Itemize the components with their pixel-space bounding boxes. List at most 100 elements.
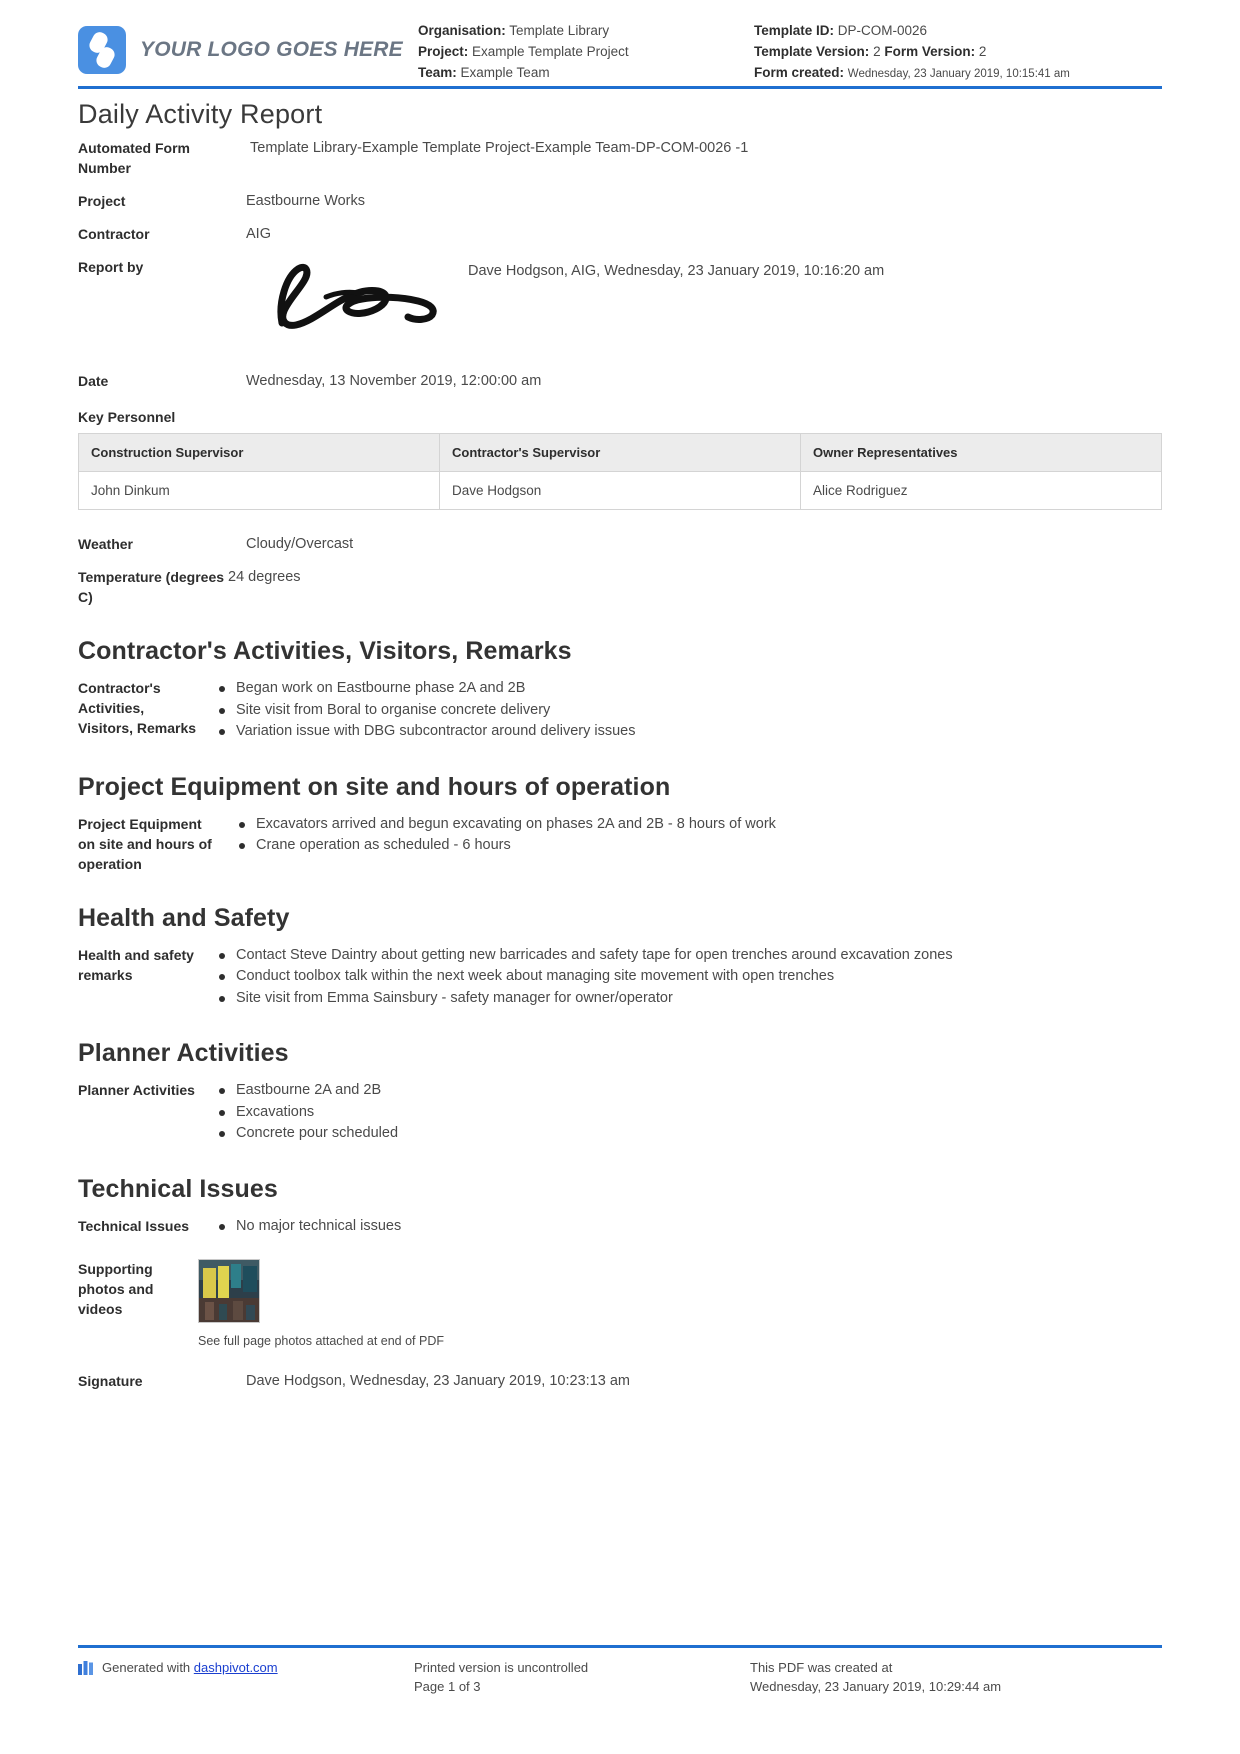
photo-caption: See full page photos attached at end of … (198, 1334, 445, 1348)
section-title-contractors-activities: Contractor's Activities, Visitors, Remar… (78, 637, 572, 665)
template-id-value: DP-COM-0026 (837, 23, 928, 38)
field-value: Began work on Eastbourne phase 2A and 2B… (198, 678, 1162, 743)
field-label: Temperature (degrees C) (78, 569, 225, 605)
list-item: Conduct toolbox talk within the next wee… (219, 966, 1162, 987)
cell-construction-supervisor: John Dinkum (78, 471, 440, 510)
bullet-list: Excavators arrived and begun excavating … (218, 814, 1162, 856)
section-title-planner-activities: Planner Activities (78, 1039, 289, 1067)
field-value: Dave Hodgson, Wednesday, 23 January 2019… (246, 1373, 630, 1389)
document-footer: Generated with dashpivot.com Printed ver… (78, 1645, 1162, 1696)
field-value: Template Library-Example Template Projec… (250, 140, 749, 156)
section-technical-issues: Technical Issues No major technical issu… (78, 1216, 1162, 1238)
section-health-and-safety: Health and safety remarks Contact Steve … (78, 945, 1162, 1010)
form-created-row: Form created: Wednesday, 23 January 2019… (754, 62, 1162, 83)
organisation-value: Template Library (509, 23, 610, 38)
page-title: Daily Activity Report (78, 99, 323, 129)
footer-print-notice: Printed version is uncontrolled Page 1 o… (414, 1658, 750, 1696)
template-version-label: Template Version: (754, 44, 870, 59)
field-value: No major technical issues (198, 1216, 1162, 1238)
section-title-project-equipment: Project Equipment on site and hours of o… (78, 772, 671, 801)
field-contractor: Contractor AIG (78, 224, 1162, 244)
list-item: Excavators arrived and begun excavating … (239, 814, 1162, 835)
bullet-list: No major technical issues (198, 1216, 1162, 1237)
company-logo-icon (78, 26, 126, 74)
team-value: Example Team (460, 65, 550, 80)
list-item: Contact Steve Daintry about getting new … (219, 945, 1162, 966)
field-label: Health and safety remarks (78, 946, 194, 983)
field-label: Technical Issues (78, 1217, 190, 1234)
table-header-row: Construction Supervisor Contractor's Sup… (78, 433, 1162, 472)
field-label: Weather (78, 536, 133, 552)
team-row: Team: Example Team (418, 62, 754, 83)
field-value: Contact Steve Daintry about getting new … (198, 945, 1162, 1010)
field-date: Date Wednesday, 13 November 2019, 12:00:… (78, 371, 1162, 391)
footer-content: Generated with dashpivot.com Printed ver… (78, 1648, 1162, 1696)
list-item: Site visit from Boral to organise concre… (219, 700, 1162, 721)
field-label: Supporting photos and videos (78, 1261, 154, 1317)
bullet-list: Began work on Eastbourne phase 2A and 2B… (198, 678, 1162, 742)
field-label: Date (78, 373, 109, 389)
cell-owner-representatives: Alice Rodriguez (800, 471, 1162, 510)
template-id-row: Template ID: DP-COM-0026 (754, 20, 1162, 41)
list-item: Eastbourne 2A and 2B (219, 1080, 1162, 1101)
field-temperature: Temperature (degrees C) 24 degrees (78, 567, 1162, 607)
field-weather: Weather Cloudy/Overcast (78, 534, 1162, 554)
list-item: Concrete pour scheduled (219, 1123, 1162, 1144)
form-created-label: Form created: (754, 65, 845, 80)
template-version-value: 2 (873, 44, 881, 59)
handwritten-signature-icon (277, 263, 437, 329)
section-project-equipment: Project Equipment on site and hours of o… (78, 814, 1162, 874)
footer-generated-with: Generated with dashpivot.com (78, 1658, 414, 1677)
field-value: Cloudy/Overcast (246, 536, 354, 552)
logo-block: YOUR LOGO GOES HERE (78, 20, 418, 74)
footer-uncontrolled-text: Printed version is uncontrolled (414, 1660, 589, 1675)
field-label: Planner Activities (78, 1082, 195, 1098)
list-item: Began work on Eastbourne phase 2A and 2B (219, 678, 1162, 699)
key-personnel-table: Construction Supervisor Contractor's Sup… (78, 433, 1162, 510)
section-title-technical-issues: Technical Issues (78, 1174, 278, 1203)
list-item: Crane operation as scheduled - 6 hours (239, 835, 1162, 856)
template-id-label: Template ID: (754, 23, 835, 38)
footer-created-label: This PDF was created at (750, 1660, 893, 1675)
organisation-label: Organisation: (418, 23, 506, 38)
form-version-value: 2 (978, 44, 987, 59)
column-header-owner-representatives: Owner Representatives (800, 433, 1162, 472)
cell-contractors-supervisor: Dave Hodgson (439, 471, 801, 510)
footer-page-number: Page 1 of 3 (414, 1679, 481, 1694)
header-meta-left: Organisation: Template Library Project: … (418, 20, 754, 83)
dashpivot-link[interactable]: dashpivot.com (194, 1660, 278, 1675)
bullet-list: Eastbourne 2A and 2B Excavations Concret… (198, 1080, 1162, 1144)
report-by-value: Dave Hodgson, AIG, Wednesday, 23 January… (468, 263, 885, 279)
field-label: Signature (78, 1373, 143, 1389)
field-value: Excavators arrived and begun excavating … (218, 814, 1162, 857)
footer-generated-prefix: Generated with (102, 1660, 191, 1675)
logo-text: YOUR LOGO GOES HERE (140, 38, 403, 61)
key-personnel-heading: Key Personnel (78, 409, 176, 425)
field-project: Project Eastbourne Works (78, 191, 1162, 211)
column-header-contractors-supervisor: Contractor's Supervisor (439, 433, 801, 472)
header-meta-right: Template ID: DP-COM-0026 Template Versio… (754, 20, 1162, 83)
field-value: 24 degrees (228, 569, 301, 585)
field-automated-form-number: Automated Form Number Template Library-E… (78, 138, 1162, 178)
photo-thumbnail[interactable] (198, 1259, 260, 1323)
field-value: Wednesday, 13 November 2019, 12:00:00 am (246, 373, 542, 389)
field-report-by: Report by Dave Hodgson, AIG, Wednesday, … (78, 257, 1162, 329)
list-item: Site visit from Emma Sainsbury - safety … (219, 988, 1162, 1009)
field-signature: Signature Dave Hodgson, Wednesday, 23 Ja… (78, 1371, 1162, 1391)
field-label: Contractor's Activities, Visitors, Remar… (78, 680, 197, 736)
field-label: Project (78, 193, 126, 209)
field-value: Eastbourne 2A and 2B Excavations Concret… (198, 1080, 1162, 1145)
project-label: Project: (418, 44, 469, 59)
form-version-label: Form Version: (884, 44, 976, 59)
bar-chart-icon (78, 1661, 93, 1675)
template-version-row: Template Version: 2 Form Version: 2 (754, 41, 1162, 62)
form-created-value: Wednesday, 23 January 2019, 10:15:41 am (847, 68, 1070, 80)
list-item: Excavations (219, 1102, 1162, 1123)
project-value: Example Template Project (472, 44, 629, 59)
section-contractors-activities: Contractor's Activities, Visitors, Remar… (78, 678, 1162, 743)
document-page: YOUR LOGO GOES HERE Organisation: Templa… (0, 0, 1240, 1754)
document-header: YOUR LOGO GOES HERE Organisation: Templa… (78, 0, 1162, 86)
section-title-health-and-safety: Health and Safety (78, 903, 290, 932)
column-header-construction-supervisor: Construction Supervisor (78, 433, 440, 472)
field-value: Eastbourne Works (246, 193, 366, 209)
